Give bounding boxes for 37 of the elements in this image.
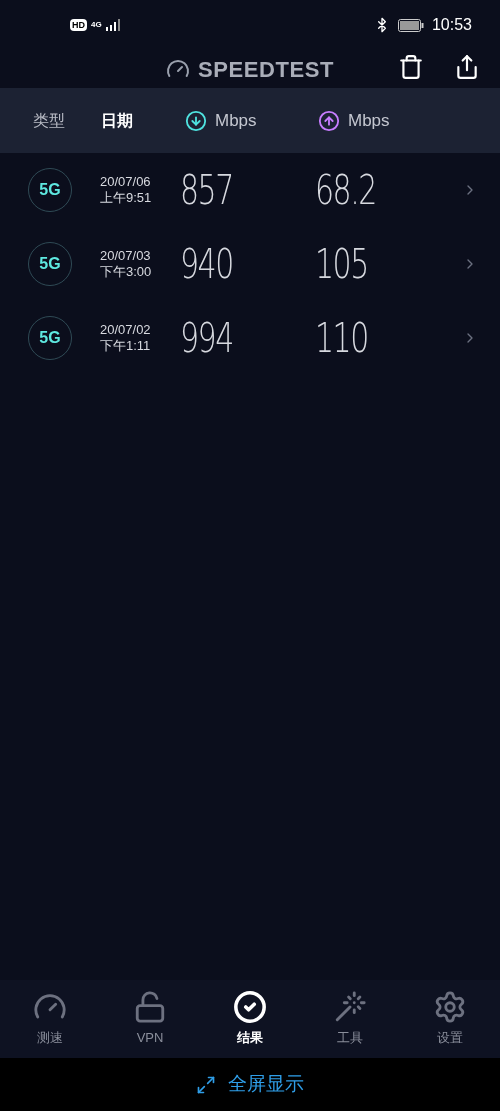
upload-speed: 105 <box>315 240 369 289</box>
nav-tab[interactable]: 工具 <box>300 980 400 1058</box>
unit-label: Mbps <box>348 109 390 132</box>
signal-icon <box>105 19 120 31</box>
sort-column-header[interactable]: 日期 <box>101 111 133 129</box>
result-date: 20/07/03 <box>100 248 152 264</box>
fullscreen-button[interactable]: 全屏显示 <box>0 1058 500 1111</box>
share-button[interactable] <box>454 54 480 80</box>
result-time: 下午1:11 <box>100 338 152 354</box>
result-date: 20/07/02 <box>100 322 152 338</box>
nav-tab[interactable]: 设置 <box>400 980 500 1058</box>
result-row[interactable]: 5G 20/07/02 下午1:11 994 110 <box>0 301 500 375</box>
sort-column-header[interactable]: 类型 <box>33 111 65 129</box>
unit-label: Mbps <box>215 109 257 132</box>
result-date: 20/07/06 <box>100 174 152 190</box>
app-title: SPEEDTEST <box>198 55 334 84</box>
expand-icon <box>196 1074 216 1095</box>
download-speed: 994 <box>180 314 234 363</box>
unlocked-padlock-icon <box>133 990 167 1025</box>
result-time: 下午3:00 <box>100 264 153 280</box>
result-row[interactable]: 5G 20/07/03 下午3:00 940 105 <box>0 227 500 301</box>
clock: 10:53 <box>431 15 472 35</box>
battery-icon <box>397 18 424 32</box>
network-type: 4G <box>91 21 102 29</box>
nav-tab[interactable]: 测速 <box>0 980 100 1058</box>
result-row[interactable]: 5G 20/07/06 上午9:51 857 68.2 <box>0 153 500 227</box>
settings-icon <box>433 990 467 1025</box>
result-time: 上午9:51 <box>100 190 153 206</box>
delete-button[interactable] <box>398 54 424 80</box>
nav-tab[interactable]: 结果 <box>200 980 300 1058</box>
upload-speed: 68.2 <box>315 166 377 215</box>
hd-icon: HD <box>70 19 87 31</box>
check-circle-icon <box>233 990 267 1025</box>
download-speed: 940 <box>180 240 234 289</box>
nav-tab[interactable]: VPN <box>100 980 200 1058</box>
download-speed: 857 <box>180 166 234 215</box>
upload-speed: 110 <box>315 314 369 363</box>
